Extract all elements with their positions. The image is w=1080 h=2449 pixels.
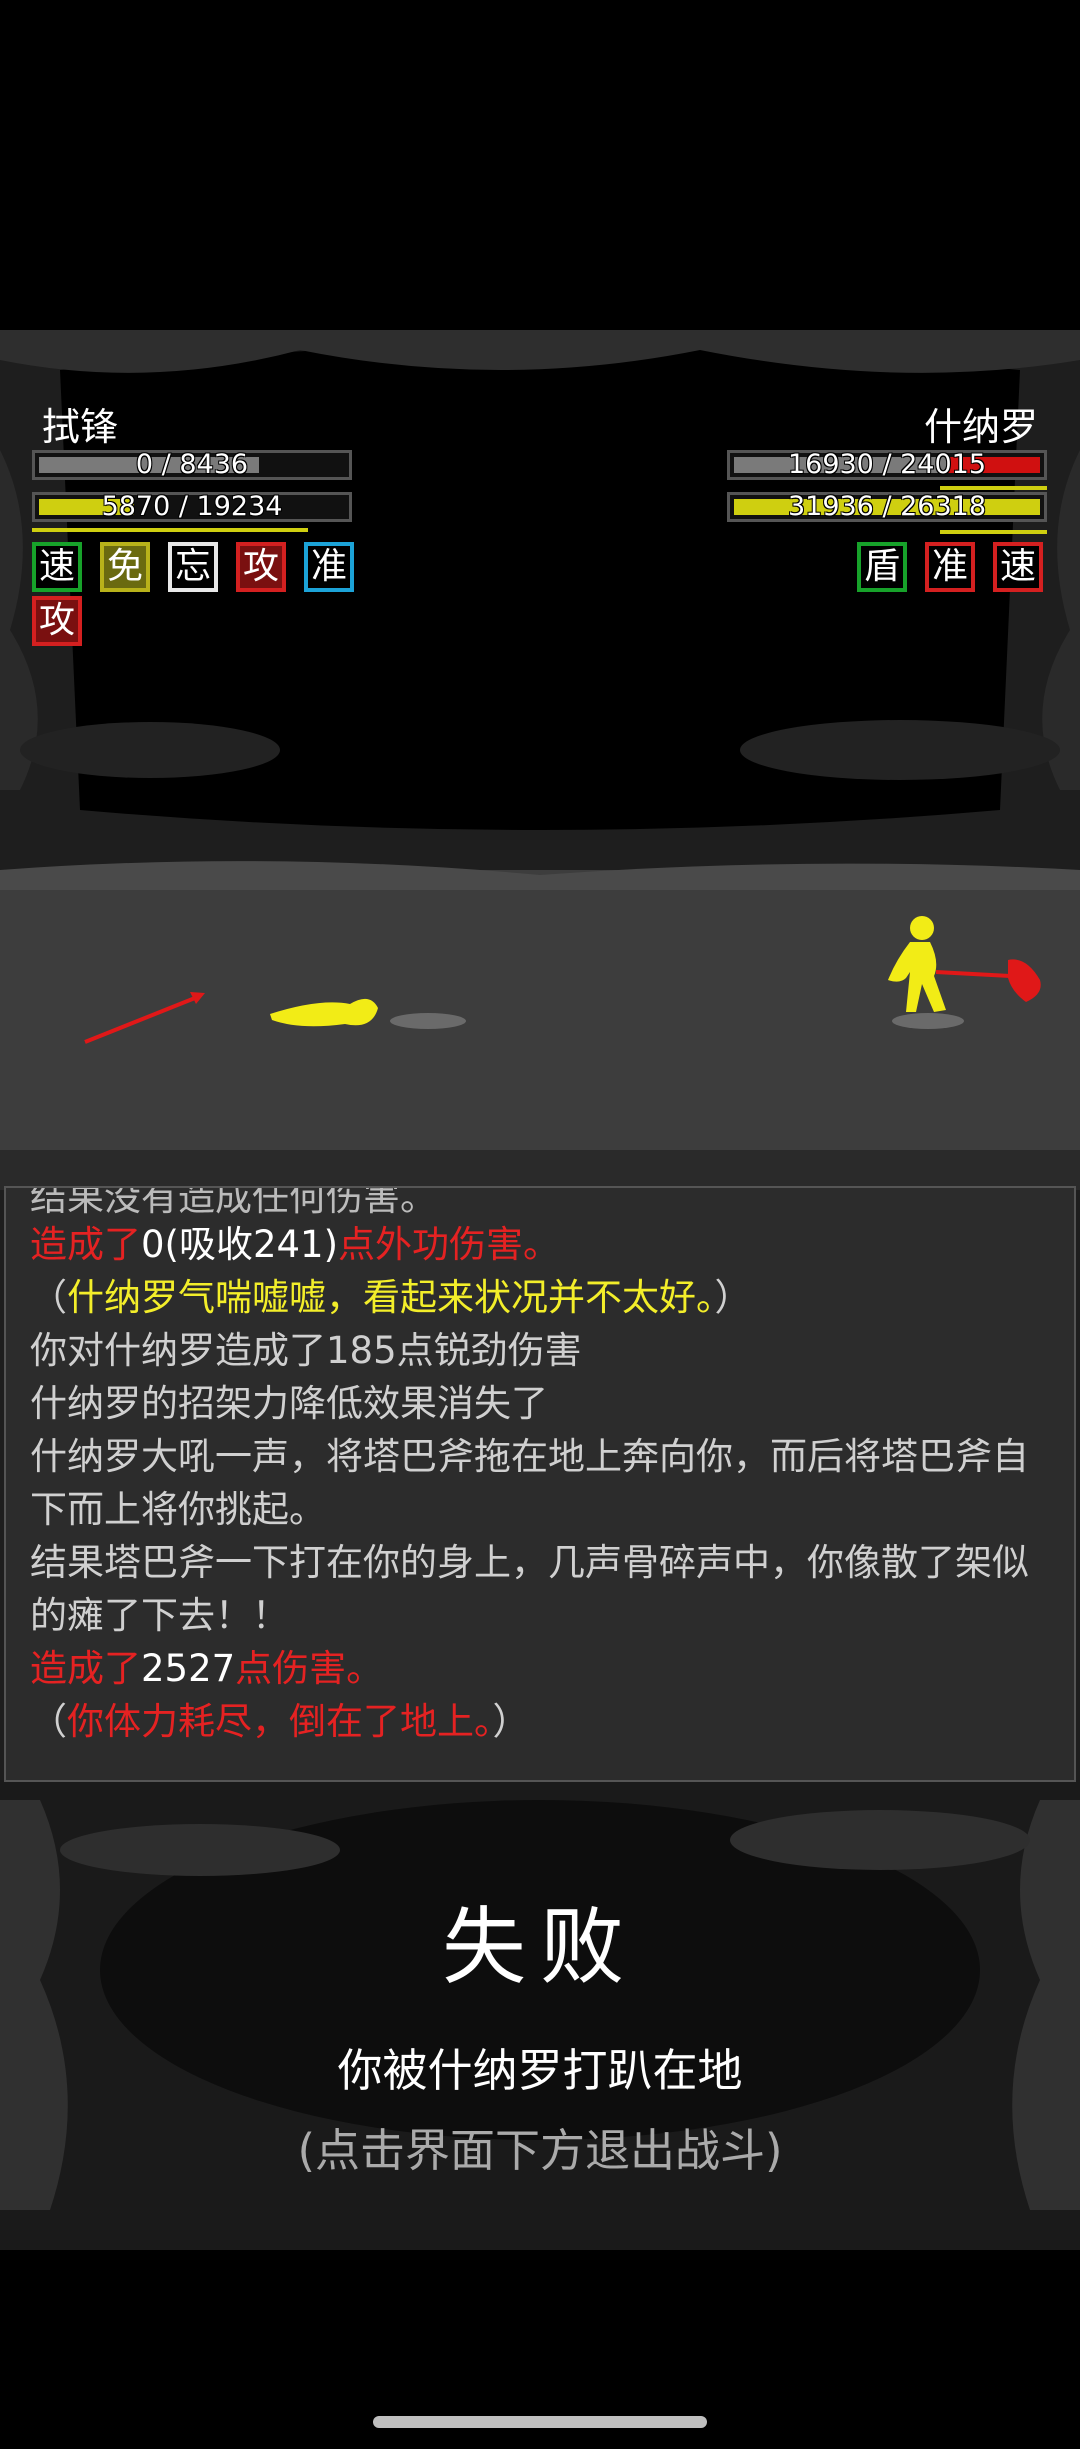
- log-line: 什纳罗的招架力降低效果消失了: [30, 1382, 548, 1425]
- player-energy-bar: 5870 / 19234: [32, 491, 352, 522]
- enemy-buff-icon[interactable]: 盾: [857, 542, 907, 592]
- enemy-hp-overline: [940, 486, 1047, 490]
- player-energy-underline: [32, 528, 308, 532]
- player-hp-text: 0 / 8436: [135, 449, 249, 480]
- player-hp-bar: 0 / 8436: [32, 449, 352, 480]
- player-buff-icon[interactable]: 免: [100, 542, 150, 592]
- axe-weapon-icon: [1008, 959, 1041, 1002]
- log-line: 造成了0(吸收241)点外功伤害。: [30, 1223, 561, 1266]
- player-buff-icon[interactable]: 攻: [236, 542, 286, 592]
- player-buff-list: 速免忘攻准攻: [32, 542, 362, 652]
- top-black-bar: [0, 0, 1080, 330]
- log-line: （你体力耗尽，倒在了地上。）: [30, 1700, 530, 1743]
- dropped-spear-icon: [84, 992, 205, 1044]
- player-name: 拭锋: [42, 405, 119, 449]
- player-energy-text: 5870 / 19234: [101, 491, 283, 522]
- enemy-energy-underline: [940, 530, 1047, 534]
- log-line: 结果塔巴斧一下打在你的身上，几声骨碎声中，你像散了架似的瘫了下去！！: [30, 1541, 1029, 1637]
- log-line: 造成了2527点伤害。: [30, 1647, 384, 1690]
- fallen-player-figure: [270, 998, 466, 1029]
- enemy-figure: [888, 916, 1011, 1029]
- enemy-buff-icon[interactable]: 准: [925, 542, 975, 592]
- log-line: 你对什纳罗造成了185点锐劲伤害: [30, 1329, 582, 1372]
- enemy-buff-icon[interactable]: 速: [993, 542, 1043, 592]
- log-line: （什纳罗气喘嘘嘘，看起来状况并不太好。）: [30, 1276, 752, 1319]
- result-subtitle: 你被什纳罗打趴在地: [337, 2044, 743, 2097]
- battle-figures: [84, 916, 1041, 1044]
- log-truncated-line: 结果没有造成任何伤害。: [30, 1186, 437, 1218]
- player-buff-icon[interactable]: 攻: [32, 596, 82, 646]
- enemy-energy-bar: 31936 / 26318: [727, 491, 1047, 522]
- enemy-buff-list: 盾准速: [857, 542, 1051, 598]
- enemy-hp-bar: 16930 / 24015: [727, 449, 1047, 480]
- result-title: 失败: [441, 1898, 638, 1996]
- player-buff-icon[interactable]: 忘: [168, 542, 218, 592]
- player-buff-icon[interactable]: 准: [304, 542, 354, 592]
- enemy-energy-text: 31936 / 26318: [787, 491, 987, 522]
- log-line: 什纳罗大吼一声，将塔巴斧拖在地上奔向你，而后将塔巴斧自下而上将你挑起。: [30, 1435, 1029, 1531]
- exit-battle-hint[interactable]: (点击界面下方退出战斗): [0, 2114, 1080, 2179]
- enemy-hp-text: 16930 / 24015: [787, 449, 987, 480]
- enemy-name: 什纳罗: [923, 405, 1038, 449]
- home-indicator[interactable]: [373, 2416, 707, 2428]
- player-buff-icon[interactable]: 速: [32, 542, 82, 592]
- combat-log[interactable]: 结果没有造成任何伤害。 造成了0(吸收241)点外功伤害。 （什纳罗气喘嘘嘘，看…: [4, 1186, 1076, 1782]
